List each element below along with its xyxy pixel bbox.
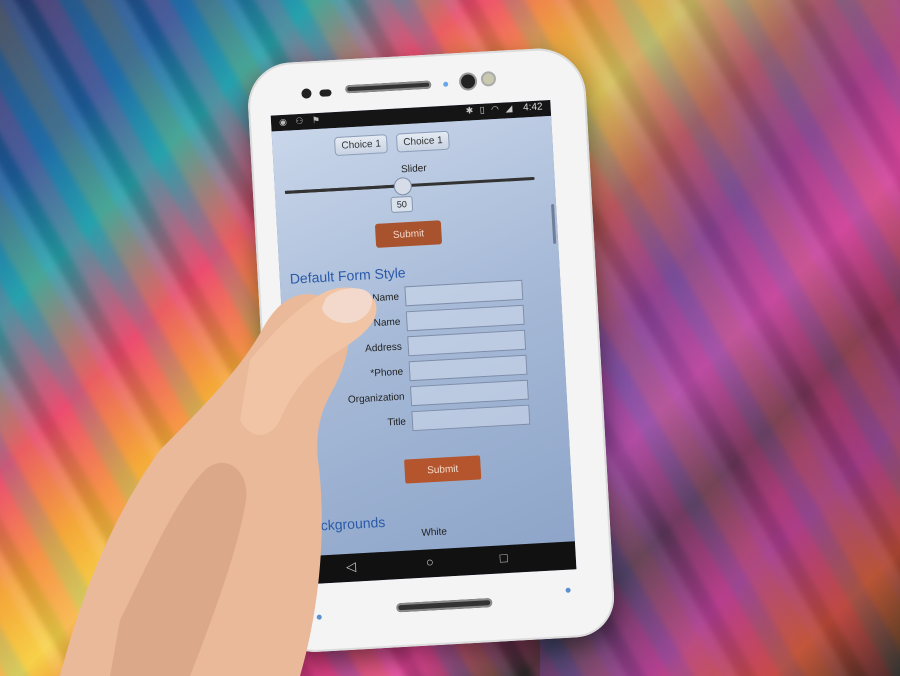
choice-button-group: Choice 1 Choice 1 — [333, 129, 454, 157]
notification-led — [443, 81, 449, 87]
form-label: Organization — [347, 391, 405, 406]
choice-button-1[interactable]: Choice 1 — [333, 134, 389, 157]
light-sensor — [319, 89, 332, 97]
form-section-title: Default Form Style — [289, 264, 407, 287]
slider-handle[interactable] — [393, 176, 413, 196]
front-flash-icon — [482, 73, 495, 85]
lower-led-right — [565, 587, 571, 593]
lower-led-left — [316, 614, 322, 620]
page-scrollbar[interactable] — [551, 203, 557, 245]
form-submit-button[interactable]: Submit — [404, 455, 482, 484]
title-input[interactable] — [411, 404, 531, 432]
slider-fill — [284, 183, 410, 194]
system-icons: ✱ ▯ ◠ ◢ — [465, 102, 515, 116]
form-label: *Phone — [370, 366, 404, 380]
address-input[interactable] — [407, 329, 527, 357]
first-name-input[interactable] — [404, 279, 524, 307]
home-icon[interactable]: ○ — [425, 554, 434, 569]
form-label: Address — [364, 341, 403, 355]
web-page-content: Choice 1 Choice 1 Slider 50 Submit Defau… — [271, 115, 575, 557]
submit-button-top[interactable]: Submit — [374, 220, 443, 248]
bottom-speaker — [396, 597, 493, 613]
status-time: 4:42 — [522, 101, 543, 114]
form-label: Name — [373, 316, 401, 330]
notification-icons: ◉ ⚇ ⚑ — [278, 114, 324, 128]
recent-apps-icon[interactable]: □ — [499, 550, 508, 565]
earpiece-speaker — [345, 80, 432, 94]
back-icon[interactable]: ◁ — [346, 559, 357, 576]
front-camera-icon — [460, 74, 476, 89]
form-label: Name — [372, 291, 400, 305]
last-name-input[interactable] — [405, 304, 525, 332]
slider-value: 50 — [390, 195, 414, 214]
smartphone: ◉ ⚇ ⚑ ✱ ▯ ◠ ◢ 4:42 Choice 1 Choice 1 Sli… — [245, 46, 617, 654]
organization-input[interactable] — [409, 379, 529, 407]
proximity-sensor — [301, 88, 312, 99]
form-label: Title — [387, 416, 407, 429]
choice-button-2[interactable]: Choice 1 — [395, 130, 451, 153]
phone-screen: ◉ ⚇ ⚑ ✱ ▯ ◠ ◢ 4:42 Choice 1 Choice 1 Sli… — [270, 99, 577, 585]
status-right: ✱ ▯ ◠ ◢ 4:42 — [465, 101, 543, 116]
phone-input[interactable] — [408, 354, 528, 382]
